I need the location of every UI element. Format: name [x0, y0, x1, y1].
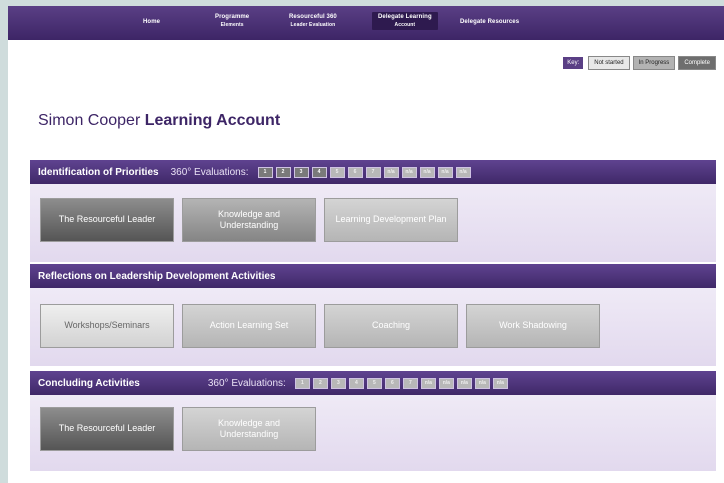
eval-box[interactable]: n/a	[474, 377, 490, 389]
nav-resourceful-360[interactable]: Resourceful 360 Leader Evaluation	[289, 14, 337, 28]
section-concluding-title: Concluding Activities	[38, 377, 140, 389]
section-identification-panel: The Resourceful Leader Knowledge and Und…	[30, 184, 716, 262]
tile-resourceful-leader[interactable]: The Resourceful Leader	[40, 198, 174, 242]
nav-delegate-learning-label: Delegate Learning	[378, 14, 432, 20]
identification-eval-label: 360° Evaluations:	[170, 166, 249, 178]
tile-work-shadowing[interactable]: Work Shadowing	[466, 304, 600, 348]
eval-box[interactable]: 4	[311, 166, 327, 178]
nav-programme-sub: Elements	[220, 21, 244, 28]
section-concluding-header: Concluding Activities 360° Evaluations: …	[30, 371, 716, 395]
eval-box[interactable]: 4	[348, 377, 364, 389]
eval-box[interactable]: n/a	[492, 377, 508, 389]
key-complete: Complete	[678, 56, 716, 70]
eval-box[interactable]: 6	[384, 377, 400, 389]
eval-box[interactable]: 2	[312, 377, 328, 389]
eval-box[interactable]: 5	[329, 166, 345, 178]
nav-home[interactable]: Home	[143, 19, 160, 27]
key-not-started: Not started	[588, 56, 630, 70]
eval-box[interactable]: n/a	[419, 166, 435, 178]
nav-delegate-learning-account[interactable]: Delegate Learning Account	[372, 12, 438, 30]
top-navigation: Home Programme Elements Resourceful 360 …	[8, 6, 724, 40]
tile-knowledge-understanding-concluding[interactable]: Knowledge and Understanding	[182, 407, 316, 451]
page-title: Simon Cooper Learning Account	[38, 112, 280, 130]
eval-box[interactable]: 6	[347, 166, 363, 178]
tile-resourceful-leader-concluding[interactable]: The Resourceful Leader	[40, 407, 174, 451]
eval-box[interactable]: n/a	[401, 166, 417, 178]
nav-programme-elements[interactable]: Programme Elements	[215, 14, 249, 28]
concluding-eval-label: 360° Evaluations:	[207, 377, 286, 389]
eval-box[interactable]: n/a	[420, 377, 436, 389]
identification-eval-boxes: 1 2 3 4 5 6 7 n/a n/a n/a n/a n/a	[255, 166, 471, 178]
section-identification-header: Identification of Priorities 360° Evalua…	[30, 160, 716, 184]
section-identification-title: Identification of Priorities	[38, 166, 159, 178]
page-title-suffix: Learning Account	[144, 112, 281, 129]
eval-box[interactable]: 7	[365, 166, 381, 178]
eval-box[interactable]: 1	[257, 166, 273, 178]
eval-box[interactable]: 3	[330, 377, 346, 389]
eval-box[interactable]: n/a	[383, 166, 399, 178]
section-reflections-header: Reflections on Leadership Development Ac…	[30, 264, 716, 288]
eval-box[interactable]: 7	[402, 377, 418, 389]
nav-resourceful360-label: Resourceful 360	[289, 14, 337, 20]
nav-delegate-resources-label: Delegate Resources	[460, 19, 520, 25]
section-reflections-title: Reflections on Leadership Development Ac…	[38, 270, 276, 282]
eval-box[interactable]: n/a	[437, 166, 453, 178]
section-concluding-panel: The Resourceful Leader Knowledge and Und…	[30, 395, 716, 471]
tile-action-learning-set[interactable]: Action Learning Set	[182, 304, 316, 348]
page-frame: Home Programme Elements Resourceful 360 …	[8, 6, 724, 483]
tile-knowledge-understanding[interactable]: Knowledge and Understanding	[182, 198, 316, 242]
key-label: Key:	[563, 57, 584, 69]
nav-resourceful360-sub: Leader Evaluation	[290, 21, 336, 28]
nav-home-label: Home	[143, 19, 161, 25]
eval-box[interactable]: n/a	[438, 377, 454, 389]
tile-coaching[interactable]: Coaching	[324, 304, 458, 348]
eval-box[interactable]: 2	[275, 166, 291, 178]
eval-box[interactable]: n/a	[455, 166, 471, 178]
section-reflections-panel: Workshops/Seminars Action Learning Set C…	[30, 288, 716, 366]
page-title-name: Simon Cooper	[38, 112, 141, 129]
key-in-progress: In Progress	[632, 56, 676, 70]
concluding-eval-boxes: 1 2 3 4 5 6 7 n/a n/a n/a n/a n/a	[292, 377, 508, 389]
tile-learning-development-plan[interactable]: Learning Development Plan	[324, 198, 458, 242]
eval-box[interactable]: n/a	[456, 377, 472, 389]
nav-delegate-resources[interactable]: Delegate Resources	[460, 19, 519, 27]
eval-box[interactable]: 3	[293, 166, 309, 178]
status-key: Key: Not started In Progress Complete	[563, 56, 716, 70]
nav-programme-label: Programme	[215, 14, 250, 20]
eval-box[interactable]: 5	[366, 377, 382, 389]
nav-delegate-learning-sub: Account	[394, 21, 416, 28]
eval-box[interactable]: 1	[294, 377, 310, 389]
tile-workshops-seminars[interactable]: Workshops/Seminars	[40, 304, 174, 348]
